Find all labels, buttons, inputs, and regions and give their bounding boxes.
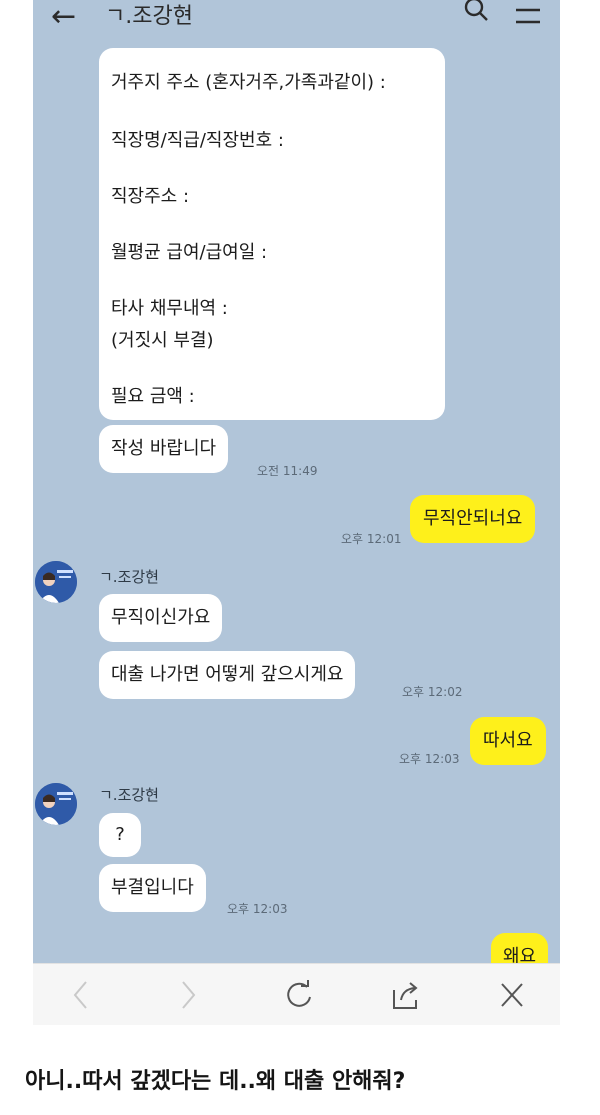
- message-bubble: 대출 나가면 어떻게 갚으시게요: [99, 651, 356, 699]
- chat-screen: ← ㄱ.조강현 거주지 주소 (혼자거주,가족과같이) : 직장명/직급/직장번…: [33, 0, 560, 1025]
- menu-icon[interactable]: [514, 6, 542, 28]
- message-time: 오후 12:03: [227, 902, 288, 916]
- message-text: 부결입니다: [111, 877, 194, 898]
- avatar-image: [35, 561, 77, 603]
- reload-icon[interactable]: [284, 978, 314, 1012]
- message-text: 무직이신가요: [111, 607, 211, 628]
- browser-back-icon[interactable]: [69, 978, 93, 1012]
- message-text: ?: [115, 824, 125, 845]
- form-line-amount: 필요 금액 :: [111, 386, 195, 407]
- sender-name: ㄱ.조강현: [99, 568, 159, 586]
- post-caption: 아니..따서 갚겠다는 데..왜 대출 안해줘?: [25, 1069, 406, 1094]
- my-message-bubble: 무직안되너요: [410, 495, 536, 543]
- my-message-bubble: 따서요: [470, 717, 546, 765]
- back-arrow-icon[interactable]: ←: [51, 2, 76, 32]
- avatar[interactable]: [35, 561, 77, 603]
- chat-title: ㄱ.조강현: [105, 4, 193, 29]
- message-text: 작성 바랍니다: [111, 438, 217, 459]
- message-bubble: 부결입니다: [99, 864, 206, 912]
- avatar-image: [35, 783, 77, 825]
- message-bubble: 작성 바랍니다: [99, 425, 229, 473]
- form-line-warning: (거짓시 부결): [111, 330, 214, 351]
- browser-forward-icon[interactable]: [176, 978, 200, 1012]
- share-icon[interactable]: [389, 978, 423, 1012]
- close-icon[interactable]: [497, 978, 527, 1012]
- form-line-work-address: 직장주소 :: [111, 186, 190, 207]
- message-text: 무직안되너요: [423, 508, 523, 529]
- avatar[interactable]: [35, 783, 77, 825]
- form-line-job: 직장명/직급/직장번호 :: [111, 130, 284, 151]
- sender-name: ㄱ.조강현: [99, 786, 159, 804]
- message-text: 따서요: [483, 730, 533, 751]
- browser-toolbar: [33, 963, 560, 1025]
- message-time: 오후 12:02: [402, 685, 463, 699]
- search-icon[interactable]: [463, 0, 489, 22]
- message-time: 오전 11:49: [257, 464, 318, 478]
- message-bubble: 무직이신가요: [99, 594, 223, 642]
- message-bubble: ?: [99, 813, 141, 857]
- message-time: 오후 12:01: [341, 532, 402, 546]
- chat-header: ← ㄱ.조강현: [33, 0, 560, 42]
- form-message-bubble: 거주지 주소 (혼자거주,가족과같이) : 직장명/직급/직장번호 : 직장주소…: [99, 48, 445, 420]
- form-line-address: 거주지 주소 (혼자거주,가족과같이) :: [111, 72, 386, 93]
- message-time: 오후 12:03: [399, 752, 460, 766]
- form-line-salary: 월평균 급여/급여일 :: [111, 242, 268, 263]
- form-line-debts: 타사 채무내역 :: [111, 298, 228, 319]
- message-text: 대출 나가면 어떻게 갚으시게요: [111, 664, 344, 685]
